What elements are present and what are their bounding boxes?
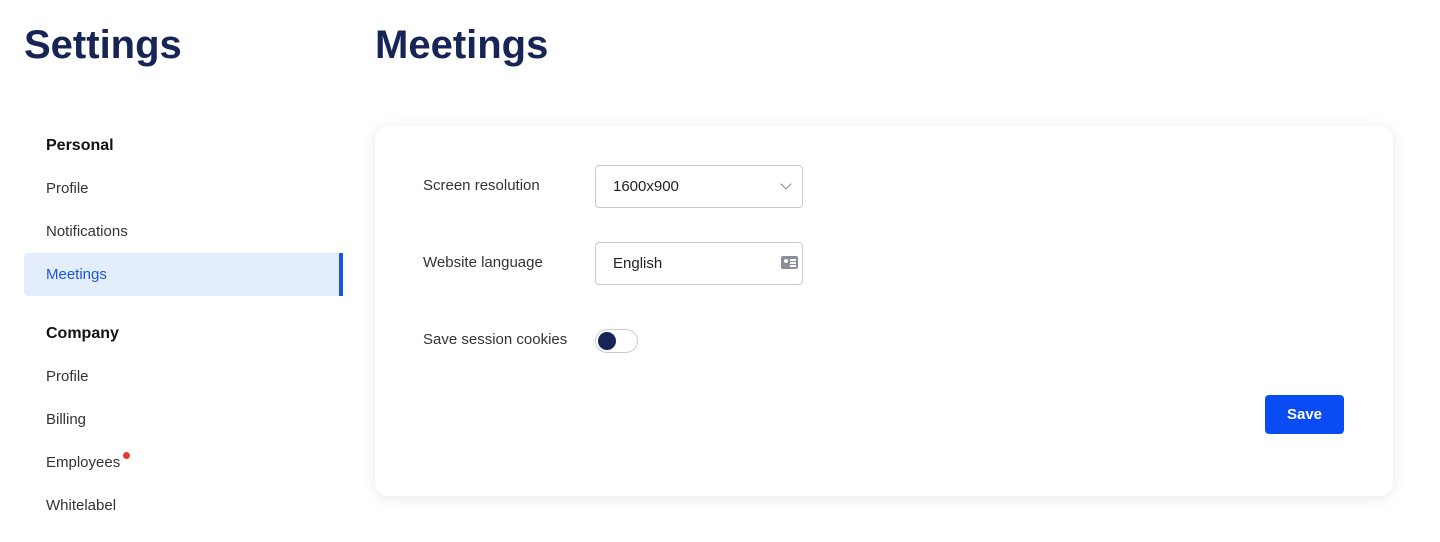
notification-badge bbox=[123, 452, 131, 459]
save-session-cookies-label: Save session cookies bbox=[423, 331, 568, 348]
sidebar-item-label: Employees bbox=[46, 454, 121, 471]
page-title: Meetings bbox=[375, 23, 549, 67]
settings-title: Settings bbox=[24, 23, 182, 67]
meetings-settings-card: Screen resolution 1600x900 Website langu… bbox=[375, 126, 1393, 496]
screen-resolution-select[interactable]: 1600x900 bbox=[595, 165, 803, 208]
sidebar-group-personal: Personal bbox=[46, 137, 114, 154]
screen-resolution-value: 1600x900 bbox=[613, 178, 679, 195]
screen-resolution-label: Screen resolution bbox=[423, 177, 540, 194]
chevron-down-icon bbox=[780, 178, 792, 190]
sidebar-group-company: Company bbox=[46, 325, 119, 342]
save-button[interactable]: Save bbox=[1265, 395, 1344, 434]
toggle-knob bbox=[598, 332, 616, 350]
sidebar-item-notifications[interactable]: Notifications bbox=[24, 210, 343, 253]
save-session-cookies-toggle[interactable] bbox=[595, 329, 638, 353]
sidebar-item-personal-profile[interactable]: Profile bbox=[24, 167, 343, 210]
sidebar-item-company-profile[interactable]: Profile bbox=[24, 355, 343, 398]
website-language-input[interactable]: English bbox=[595, 242, 803, 285]
website-language-value: English bbox=[613, 255, 663, 272]
website-language-label: Website language bbox=[423, 254, 543, 271]
contact-card-icon bbox=[781, 256, 798, 269]
sidebar-item-whitelabel[interactable]: Whitelabel bbox=[24, 484, 343, 527]
sidebar-item-meetings[interactable]: Meetings bbox=[24, 253, 343, 296]
sidebar-item-billing[interactable]: Billing bbox=[24, 398, 343, 441]
settings-sidebar: Personal Profile Notifications Meetings … bbox=[24, 125, 343, 527]
sidebar-item-employees[interactable]: Employees bbox=[24, 441, 343, 484]
